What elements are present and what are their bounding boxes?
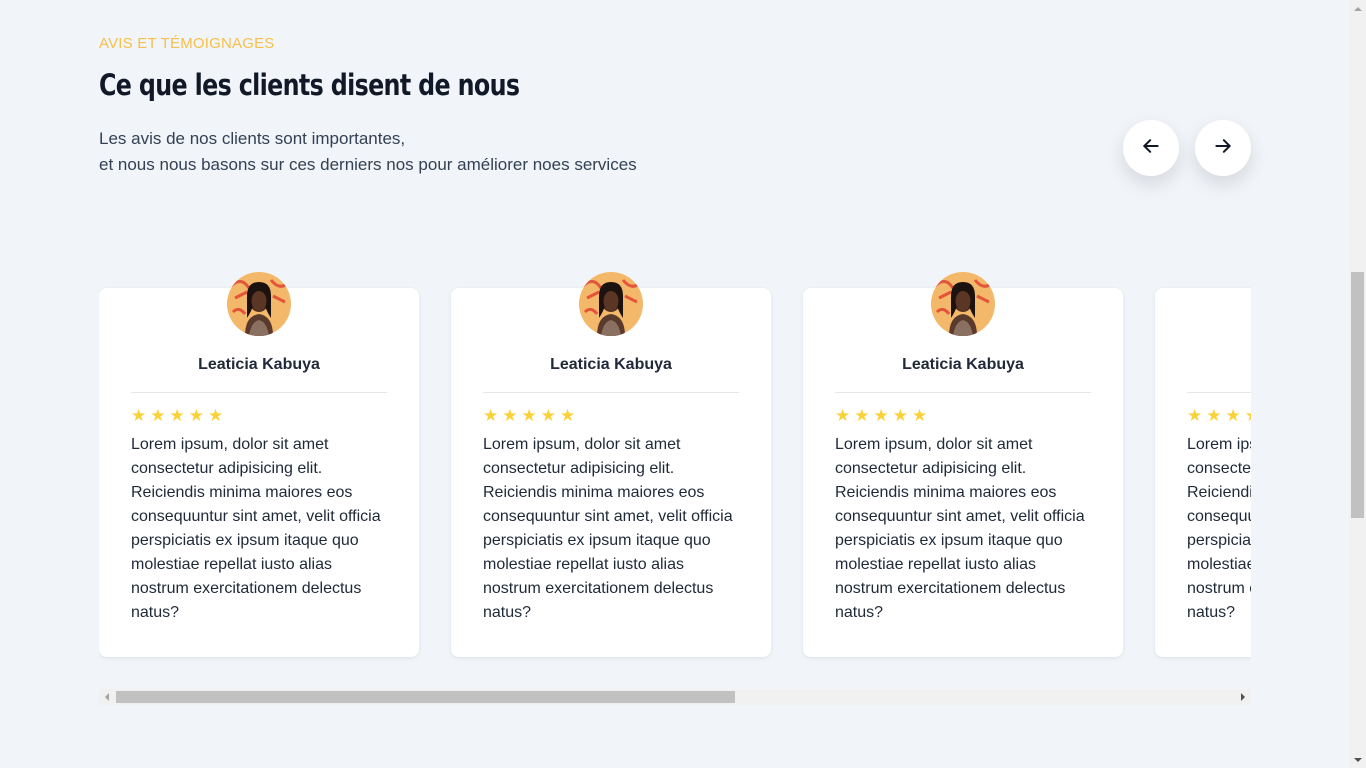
review-text: Lorem ipsum, dolor sit amet consectetur … (131, 436, 381, 621)
testimonial-card: Leaticia Kabuya ★★★★★ Lorem ipsum, dolor… (1155, 288, 1251, 657)
divider (483, 392, 739, 393)
reviewer-name: Leaticia Kabuya (198, 356, 320, 373)
testimonial-card: Leaticia Kabuya ★★★★★ Lorem ipsum, dolor… (99, 272, 419, 657)
avatar (579, 272, 643, 336)
star-icon: ★ (873, 406, 889, 425)
star-icon: ★ (502, 406, 518, 425)
scroll-down-icon[interactable] (1349, 751, 1366, 768)
star-icon: ★ (854, 406, 870, 425)
rating-stars: ★★★★★ (483, 407, 575, 425)
star-icon: ★ (483, 406, 499, 425)
horizontal-scrollbar[interactable] (99, 689, 1251, 705)
subtitle-line-2: et nous nous basons sur ces derniers nos… (99, 155, 637, 174)
divider (835, 392, 1091, 393)
divider (1187, 392, 1251, 393)
rating-stars: ★★★★★ (835, 407, 927, 425)
reviewer-name: Leaticia Kabuya (902, 356, 1024, 373)
vertical-scroll-thumb[interactable] (1351, 272, 1364, 518)
scroll-right-icon[interactable] (1235, 689, 1251, 705)
avatar (227, 272, 291, 336)
next-button[interactable] (1195, 120, 1251, 176)
testimonials-track: Leaticia Kabuya ★ ★ ★ ★ ★ Lorem ipsum, dolor… (99, 260, 1251, 657)
star-icon: ★ (1187, 406, 1203, 425)
review-text: Lorem ipsum, dolor sit amet consectetur … (1187, 436, 1251, 621)
star-icon: ★ (1206, 406, 1222, 425)
rating-stars: ★★★★★ (131, 407, 223, 425)
reviewer-name: Leaticia Kabuya (550, 356, 672, 373)
star-icon: ★ (169, 406, 185, 425)
subtitle-line-1: Les avis de nos clients sont importantes… (99, 129, 406, 148)
star-icon: ★ (208, 406, 224, 425)
scroll-up-icon[interactable] (1349, 0, 1366, 17)
star-icon: ★ (188, 406, 204, 425)
review-text: Lorem ipsum, dolor sit amet consectetur … (835, 436, 1085, 621)
horizontal-scroll-thumb[interactable] (116, 691, 735, 703)
star-icon: ★ (1245, 407, 1251, 425)
previous-button[interactable] (1123, 120, 1179, 176)
star-icon: ★ (1225, 406, 1241, 425)
scroll-left-icon[interactable] (99, 689, 115, 705)
star-icon: ★ (835, 406, 851, 425)
section-eyebrow: AVIS ET TÉMOIGNAGES (99, 35, 275, 52)
star-icon: ★ (540, 406, 556, 425)
testimonial-card: Leaticia Kabuya ★★★★★ Lorem ipsum, dolor… (451, 272, 771, 657)
star-icon: ★ (912, 406, 928, 425)
star-icon: ★ (150, 406, 166, 425)
review-text: Lorem ipsum, dolor sit amet consectetur … (483, 436, 733, 621)
reviewer-name: Leaticia Kabuya (1155, 356, 1251, 374)
testimonials-carousel[interactable]: Leaticia Kabuya ★ ★ ★ ★ ★ Lorem ipsum, dolor… (99, 260, 1251, 680)
star-icon: ★ (892, 406, 908, 425)
star-icon: ★ (521, 406, 537, 425)
arrow-left-icon (1141, 136, 1161, 161)
star-icon: ★ (131, 406, 147, 425)
arrow-right-icon (1213, 136, 1233, 161)
divider (131, 392, 387, 393)
section-title: Ce que les clients disent de nous (99, 68, 520, 102)
testimonial-card: Leaticia Kabuya ★★★★★ Lorem ipsum, dolor… (803, 272, 1123, 657)
vertical-scrollbar[interactable] (1349, 0, 1366, 768)
section-subtitle: Les avis de nos clients sont importantes… (99, 126, 637, 178)
avatar (931, 272, 995, 336)
testimonials-page: AVIS ET TÉMOIGNAGES Ce que les clients d… (0, 0, 1366, 768)
star-icon: ★ (560, 406, 576, 425)
rating-stars: ★★★★★ (1187, 407, 1251, 425)
